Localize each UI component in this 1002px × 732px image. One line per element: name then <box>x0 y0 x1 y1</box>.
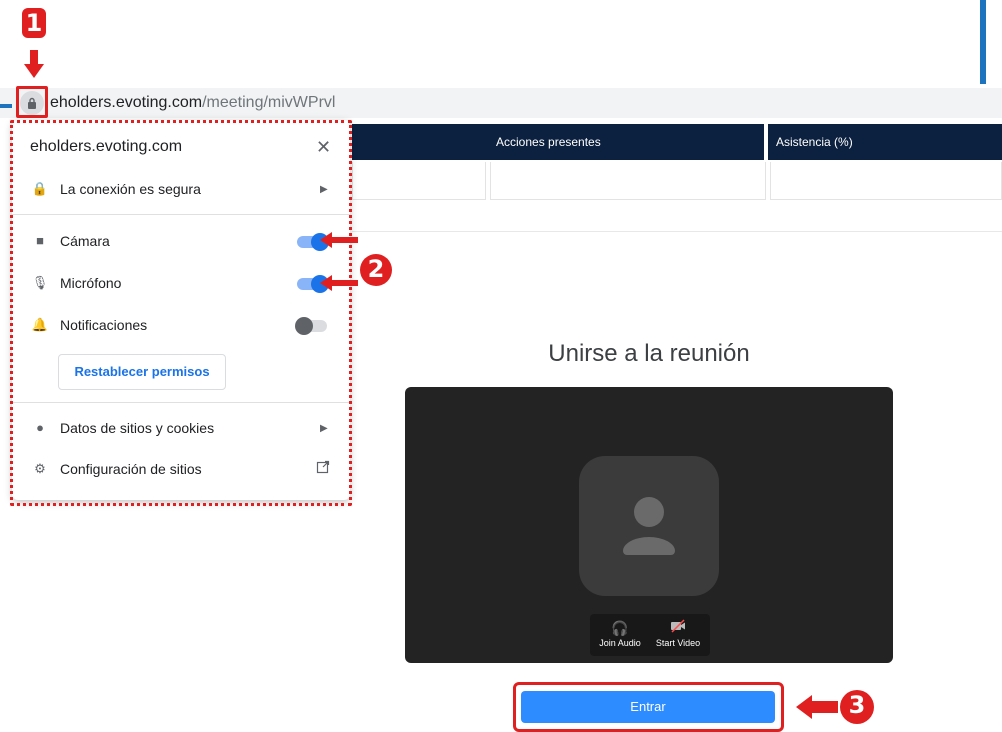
col-header-acciones: Acciones presentes <box>488 124 764 160</box>
url-path: /meeting/mivWPrvl <box>202 94 336 111</box>
meeting-controls: 🎧 Join Audio Start Video <box>590 614 710 656</box>
meeting-join-title: Unirse a la reunión <box>548 340 750 367</box>
arrow-down-icon <box>24 50 44 78</box>
headphones-icon: 🎧 <box>611 620 629 636</box>
join-audio-label: Join Audio <box>599 638 641 648</box>
start-video-button[interactable]: Start Video <box>648 618 708 648</box>
arrow-left-icon <box>320 275 358 291</box>
lock-highlight-box <box>16 86 48 118</box>
arrow-left-icon <box>796 695 838 719</box>
join-audio-button[interactable]: 🎧 Join Audio <box>590 618 650 648</box>
video-camera-slashed-glyph <box>671 619 685 633</box>
blue-edge-tick <box>0 104 12 108</box>
video-off-icon <box>648 618 708 638</box>
url-host: eholders.evoting.com <box>50 94 203 111</box>
user-icon <box>623 497 675 555</box>
avatar <box>579 456 719 596</box>
step-badge-1: 1 <box>22 8 46 38</box>
blue-edge-bar <box>980 0 986 84</box>
enter-button[interactable]: Entrar <box>521 691 775 723</box>
table-cell <box>352 162 486 200</box>
col-header-asistencia: Asistencia (%) <box>768 124 1002 160</box>
url-text[interactable]: eholders.evoting.com/meeting/mivWPrvl <box>50 92 335 114</box>
arrow-left-icon <box>320 232 358 248</box>
step-badge-2: 2 <box>360 254 392 286</box>
table-cell <box>490 162 766 200</box>
popup-highlight-box <box>10 120 352 506</box>
divider <box>352 231 1002 232</box>
start-video-label: Start Video <box>655 638 701 648</box>
step-badge-3: 3 <box>840 690 874 724</box>
table-cell <box>770 162 1002 200</box>
col-header-0 <box>352 124 496 160</box>
